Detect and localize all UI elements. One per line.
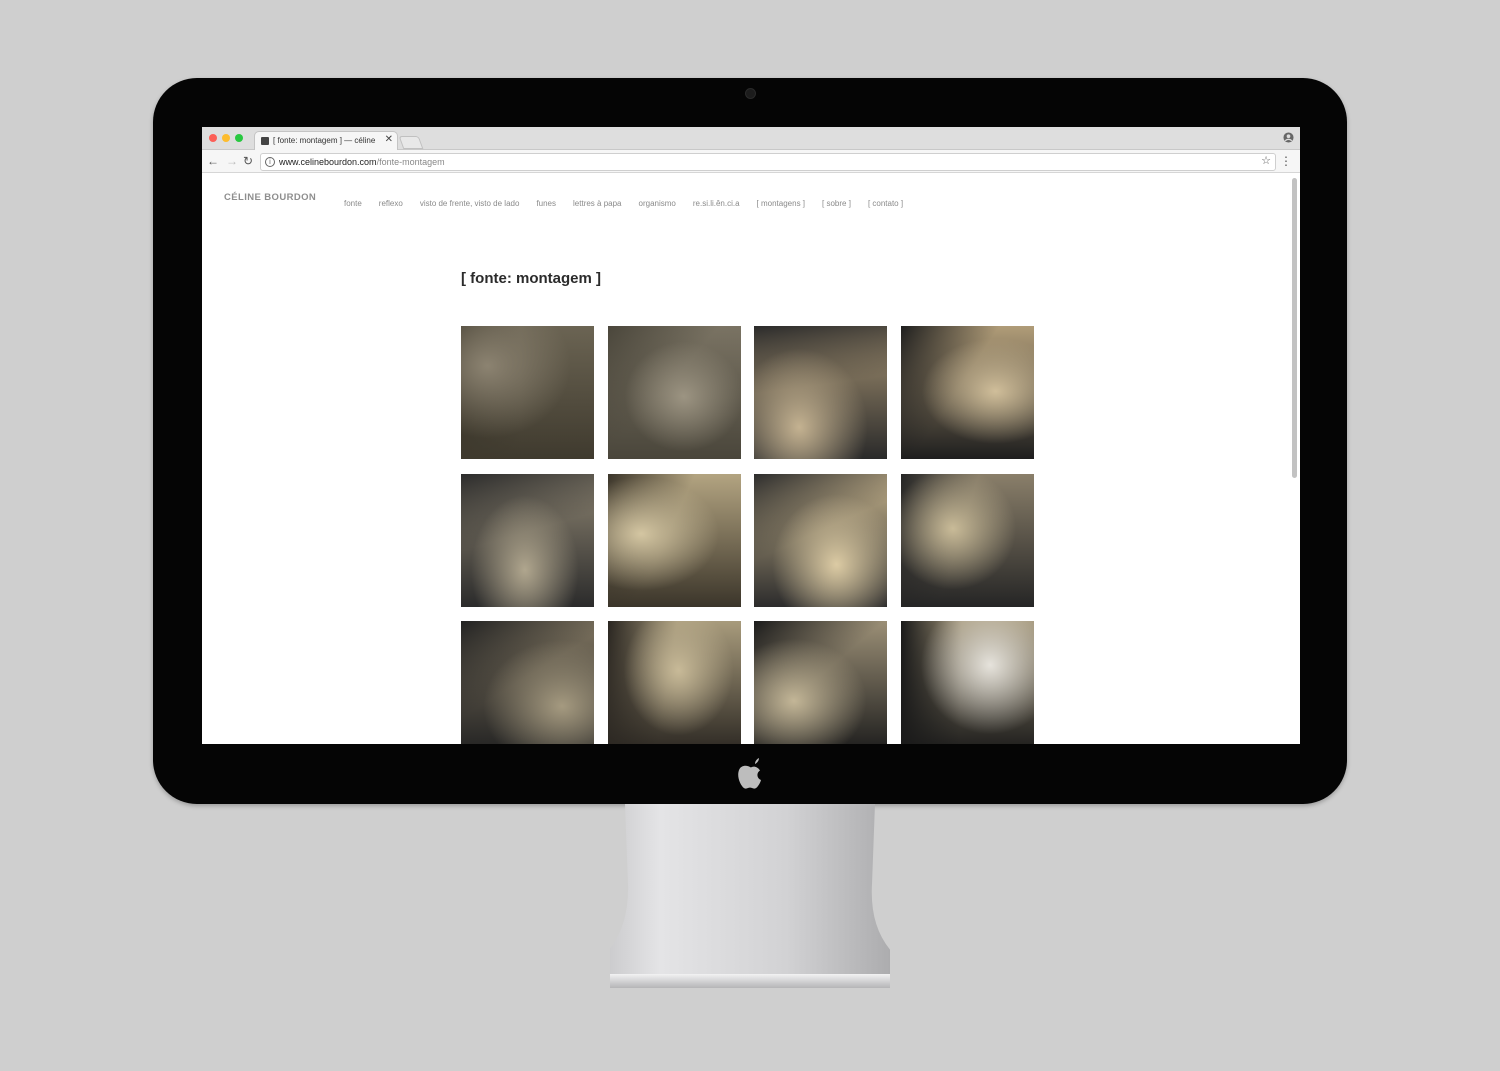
- close-window-button[interactable]: [209, 134, 217, 142]
- bookmark-star-icon[interactable]: ☆: [1261, 155, 1271, 168]
- gallery-thumbnail[interactable]: [461, 621, 594, 744]
- gallery-thumbnail[interactable]: [608, 326, 741, 459]
- gallery-thumbnail[interactable]: [461, 326, 594, 459]
- scrollbar[interactable]: [1292, 174, 1297, 742]
- monitor-stand: [610, 804, 890, 988]
- gallery-thumbnail[interactable]: [901, 474, 1034, 607]
- nav-item-sobre[interactable]: [ sobre ]: [822, 198, 851, 210]
- nav-item-resiliencia[interactable]: re.si.li.ên.ci.a: [693, 198, 740, 210]
- apple-logo-icon: [738, 758, 761, 789]
- tab-bar: [ fonte: montagem ] — céline bourdon ✕: [202, 127, 1300, 150]
- browser-menu-icon[interactable]: ⋮: [1280, 153, 1292, 169]
- nav-item-reflexo[interactable]: reflexo: [379, 198, 403, 210]
- nav-item-visto[interactable]: visto de frente, visto de lado: [420, 198, 520, 210]
- browser-toolbar: ← → ↻ i www.celinebourdon.com/fonte-mont…: [202, 150, 1300, 173]
- page-title: [ fonte: montagem ]: [461, 270, 601, 287]
- forward-icon[interactable]: →: [226, 153, 238, 169]
- tab-active[interactable]: [ fonte: montagem ] — céline bourdon ✕: [254, 131, 398, 150]
- address-bar[interactable]: i www.celinebourdon.com/fonte-montagem ☆: [260, 153, 1276, 171]
- reload-icon[interactable]: ↻: [243, 153, 253, 169]
- gallery-thumbnail[interactable]: [754, 621, 887, 744]
- nav-item-contato[interactable]: [ contato ]: [868, 198, 903, 210]
- gallery-thumbnail[interactable]: [754, 474, 887, 607]
- url-domain: www.celinebourdon.com: [279, 157, 377, 167]
- maximize-window-button[interactable]: [235, 134, 243, 142]
- site-nav: fonte reflexo visto de frente, visto de la…: [344, 193, 920, 208]
- photo-gallery: [461, 326, 1034, 744]
- new-tab-button[interactable]: [398, 136, 424, 149]
- url-path: /fonte-montagem: [376, 157, 445, 167]
- url-text[interactable]: www.celinebourdon.com/fonte-montagem: [279, 156, 445, 168]
- gallery-thumbnail[interactable]: [901, 326, 1034, 459]
- nav-item-lettres[interactable]: lettres à papa: [573, 198, 621, 210]
- tab-title: [ fonte: montagem ] — céline bourdon: [273, 136, 377, 145]
- nav-item-funes[interactable]: funes: [536, 198, 556, 210]
- gallery-thumbnail[interactable]: [754, 326, 887, 459]
- scrollbar-thumb[interactable]: [1292, 178, 1297, 478]
- gallery-thumbnail[interactable]: [608, 474, 741, 607]
- nav-item-fonte[interactable]: fonte: [344, 198, 362, 210]
- info-icon[interactable]: i: [265, 157, 275, 167]
- favicon-icon: [261, 137, 269, 145]
- gallery-thumbnail[interactable]: [608, 621, 741, 744]
- browser-window: [ fonte: montagem ] — céline bourdon ✕ ←…: [202, 127, 1300, 744]
- tab-close-icon[interactable]: ✕: [385, 134, 393, 146]
- nav-item-organismo[interactable]: organismo: [639, 198, 676, 210]
- gallery-thumbnail[interactable]: [901, 621, 1034, 744]
- nav-item-montagens[interactable]: [ montagens ]: [757, 198, 805, 210]
- minimize-window-button[interactable]: [222, 134, 230, 142]
- gallery-thumbnail[interactable]: [461, 474, 594, 607]
- webcam-icon: [745, 88, 756, 99]
- profile-icon[interactable]: [1283, 132, 1294, 143]
- back-icon[interactable]: ←: [207, 153, 219, 169]
- site-logo[interactable]: CÉLINE BOURDON: [224, 192, 316, 203]
